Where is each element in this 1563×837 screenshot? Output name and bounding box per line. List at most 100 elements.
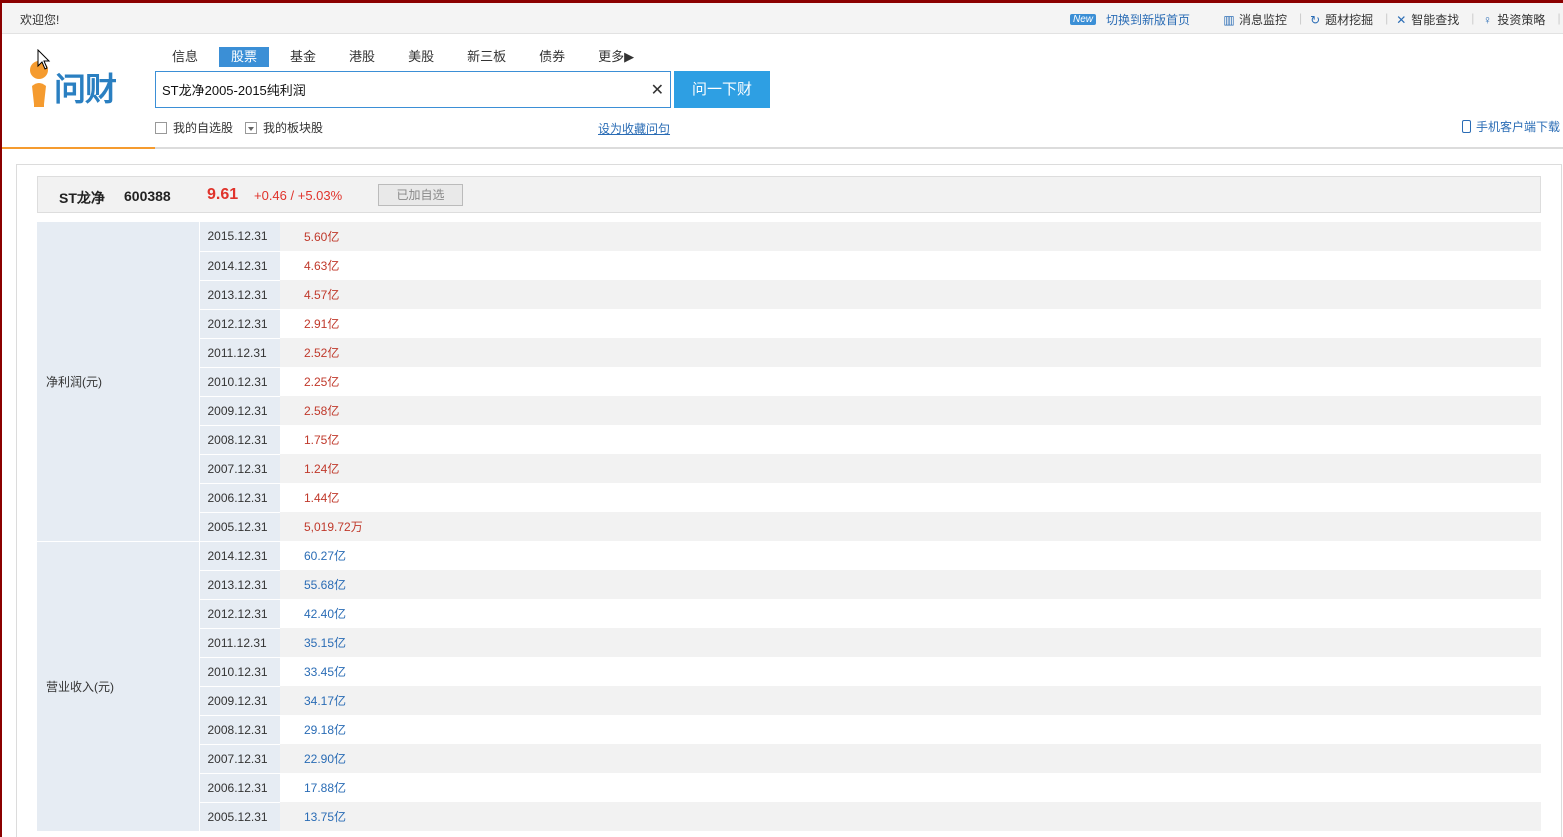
value-link[interactable]: 55.68亿 xyxy=(304,578,346,592)
tab-info[interactable]: 信息 xyxy=(160,47,210,67)
value-cell: 34.17亿 xyxy=(280,686,1541,715)
search-tabs: 信息 股票 基金 港股 美股 新三板 债券 更多▶ xyxy=(160,47,655,67)
value-link[interactable]: 1.44亿 xyxy=(304,491,339,505)
value-link[interactable]: 34.17亿 xyxy=(304,694,346,708)
new-badge: New xyxy=(1070,14,1097,25)
group-label: 净利润(元) xyxy=(37,222,200,542)
value-link[interactable]: 4.63亿 xyxy=(304,259,339,273)
tab-us-stocks[interactable]: 美股 xyxy=(396,47,446,67)
table-row: 2006.12.31 1.44亿 xyxy=(37,483,1541,513)
nav-label: 投资策略 xyxy=(1497,13,1546,27)
result-panel: ST龙净 600388 9.61 +0.46 / +5.03% 已加自选 净利润… xyxy=(16,164,1562,837)
date-cell: 2010.12.31 xyxy=(199,367,280,397)
tab-stocks[interactable]: 股票 xyxy=(219,47,270,67)
table-row: 2007.12.31 22.90亿 xyxy=(37,744,1541,774)
date-cell: 2011.12.31 xyxy=(199,338,280,368)
date-cell: 2007.12.31 xyxy=(199,454,280,484)
date-cell: 2008.12.31 xyxy=(199,715,280,745)
table-row: 2009.12.31 34.17亿 xyxy=(37,686,1541,716)
value-link[interactable]: 42.40亿 xyxy=(304,607,346,621)
value-cell: 5.60亿 xyxy=(280,222,1541,251)
value-link[interactable]: 5.60亿 xyxy=(304,230,339,244)
value-link[interactable]: 2.25亿 xyxy=(304,375,339,389)
nav-separator: | xyxy=(1557,11,1561,25)
switch-new-version-link[interactable]: 切换到新版首页 xyxy=(1106,11,1190,28)
value-link[interactable]: 29.18亿 xyxy=(304,723,346,737)
table-row: 2013.12.31 55.68亿 xyxy=(37,570,1541,600)
value-cell: 5,019.72万 xyxy=(280,512,1541,541)
nav-investment-strategy[interactable]: ♀ 投资策略 xyxy=(1480,11,1546,28)
value-link[interactable]: 60.27亿 xyxy=(304,549,346,563)
logo-text: 问财 xyxy=(54,71,117,107)
search-input[interactable] xyxy=(156,72,636,107)
tab-neeq[interactable]: 新三板 xyxy=(455,47,518,67)
table-row: 2005.12.31 5,019.72万 xyxy=(37,512,1541,542)
top-nav: ▥ 消息监控 | ↻ 题材挖掘 | ✕ 智能查找 | ♀ 投资策略 | N 新 xyxy=(1222,11,1563,28)
value-cell: 42.40亿 xyxy=(280,599,1541,628)
value-link[interactable]: 2.58亿 xyxy=(304,404,339,418)
my-stocks-label: 我的自选股 xyxy=(173,121,234,135)
phone-icon xyxy=(1462,120,1471,133)
value-link[interactable]: 2.52亿 xyxy=(304,346,339,360)
ask-button[interactable]: 问一下财 xyxy=(674,71,770,108)
stock-name[interactable]: ST龙净 xyxy=(59,188,105,208)
stock-price: 9.61 xyxy=(207,186,239,203)
divider-accent xyxy=(2,147,155,149)
value-link[interactable]: 5,019.72万 xyxy=(304,520,363,534)
stock-change: +0.46 / +5.03% xyxy=(254,188,343,203)
table-row: 2014.12.31 4.63亿 xyxy=(37,251,1541,281)
network-icon: ✕ xyxy=(1396,12,1407,27)
my-sectors-option[interactable]: 我的板块股 xyxy=(245,119,323,136)
value-link[interactable]: 1.24亿 xyxy=(304,462,339,476)
tab-hk-stocks[interactable]: 港股 xyxy=(337,47,387,67)
table-row: 2010.12.31 2.25亿 xyxy=(37,367,1541,397)
date-cell: 2012.12.31 xyxy=(199,599,280,629)
clear-icon[interactable]: ✕ xyxy=(651,80,664,100)
value-link[interactable]: 22.90亿 xyxy=(304,752,346,766)
nav-smart-search[interactable]: ✕ 智能查找 xyxy=(1394,11,1459,28)
table-row: 2013.12.31 4.57亿 xyxy=(37,280,1541,310)
nav-topic-mining[interactable]: ↻ 题材挖掘 xyxy=(1308,11,1373,28)
date-cell: 2014.12.31 xyxy=(199,541,280,571)
nav-separator: | xyxy=(1385,11,1389,25)
value-link[interactable]: 2.91亿 xyxy=(304,317,339,331)
value-cell: 17.88亿 xyxy=(280,773,1541,802)
dropdown-icon[interactable] xyxy=(245,121,258,134)
table-row: 2011.12.31 35.15亿 xyxy=(37,628,1541,658)
date-cell: 2009.12.31 xyxy=(199,396,280,426)
search-options: 我的自选股 我的板块股 xyxy=(155,119,335,136)
added-watchlist-button[interactable]: 已加自选 xyxy=(378,184,463,206)
top-bar: 欢迎您! New 切换到新版首页 ▥ 消息监控 | ↻ 题材挖掘 | ✕ 智能查… xyxy=(2,3,1563,34)
value-cell: 60.27亿 xyxy=(280,541,1541,570)
tab-bonds[interactable]: 债券 xyxy=(527,47,577,67)
table-row: 2006.12.31 17.88亿 xyxy=(37,773,1541,803)
save-favorite-link[interactable]: 设为收藏问句 xyxy=(598,120,670,137)
value-cell: 13.75亿 xyxy=(280,802,1541,831)
value-link[interactable]: 17.88亿 xyxy=(304,781,346,795)
nav-separator: | xyxy=(1471,11,1475,25)
nav-label: 智能查找 xyxy=(1411,13,1460,27)
value-cell: 4.63亿 xyxy=(280,251,1541,280)
search-box: ✕ xyxy=(155,71,671,108)
value-cell: 29.18亿 xyxy=(280,715,1541,744)
date-cell: 2013.12.31 xyxy=(199,570,280,600)
date-cell: 2009.12.31 xyxy=(199,686,280,716)
value-cell: 2.52亿 xyxy=(280,338,1541,367)
table-row: 2005.12.31 13.75亿 xyxy=(37,802,1541,832)
tab-more[interactable]: 更多▶ xyxy=(586,47,646,67)
tab-funds[interactable]: 基金 xyxy=(278,47,328,67)
value-cell: 1.75亿 xyxy=(280,425,1541,454)
mobile-download-link[interactable]: 手机客户端下载 xyxy=(1462,118,1560,135)
table-row: 2012.12.31 2.91亿 xyxy=(37,309,1541,339)
my-stocks-checkbox[interactable] xyxy=(155,121,167,134)
value-link[interactable]: 4.57亿 xyxy=(304,288,339,302)
mouse-cursor-icon xyxy=(37,49,51,70)
date-cell: 2008.12.31 xyxy=(199,425,280,455)
nav-message-monitor[interactable]: ▥ 消息监控 xyxy=(1222,11,1287,28)
date-cell: 2014.12.31 xyxy=(199,251,280,281)
value-link[interactable]: 1.75亿 xyxy=(304,433,339,447)
my-stocks-option[interactable]: 我的自选股 xyxy=(155,119,233,136)
value-link[interactable]: 35.15亿 xyxy=(304,636,346,650)
value-link[interactable]: 13.75亿 xyxy=(304,810,346,824)
value-link[interactable]: 33.45亿 xyxy=(304,665,346,679)
